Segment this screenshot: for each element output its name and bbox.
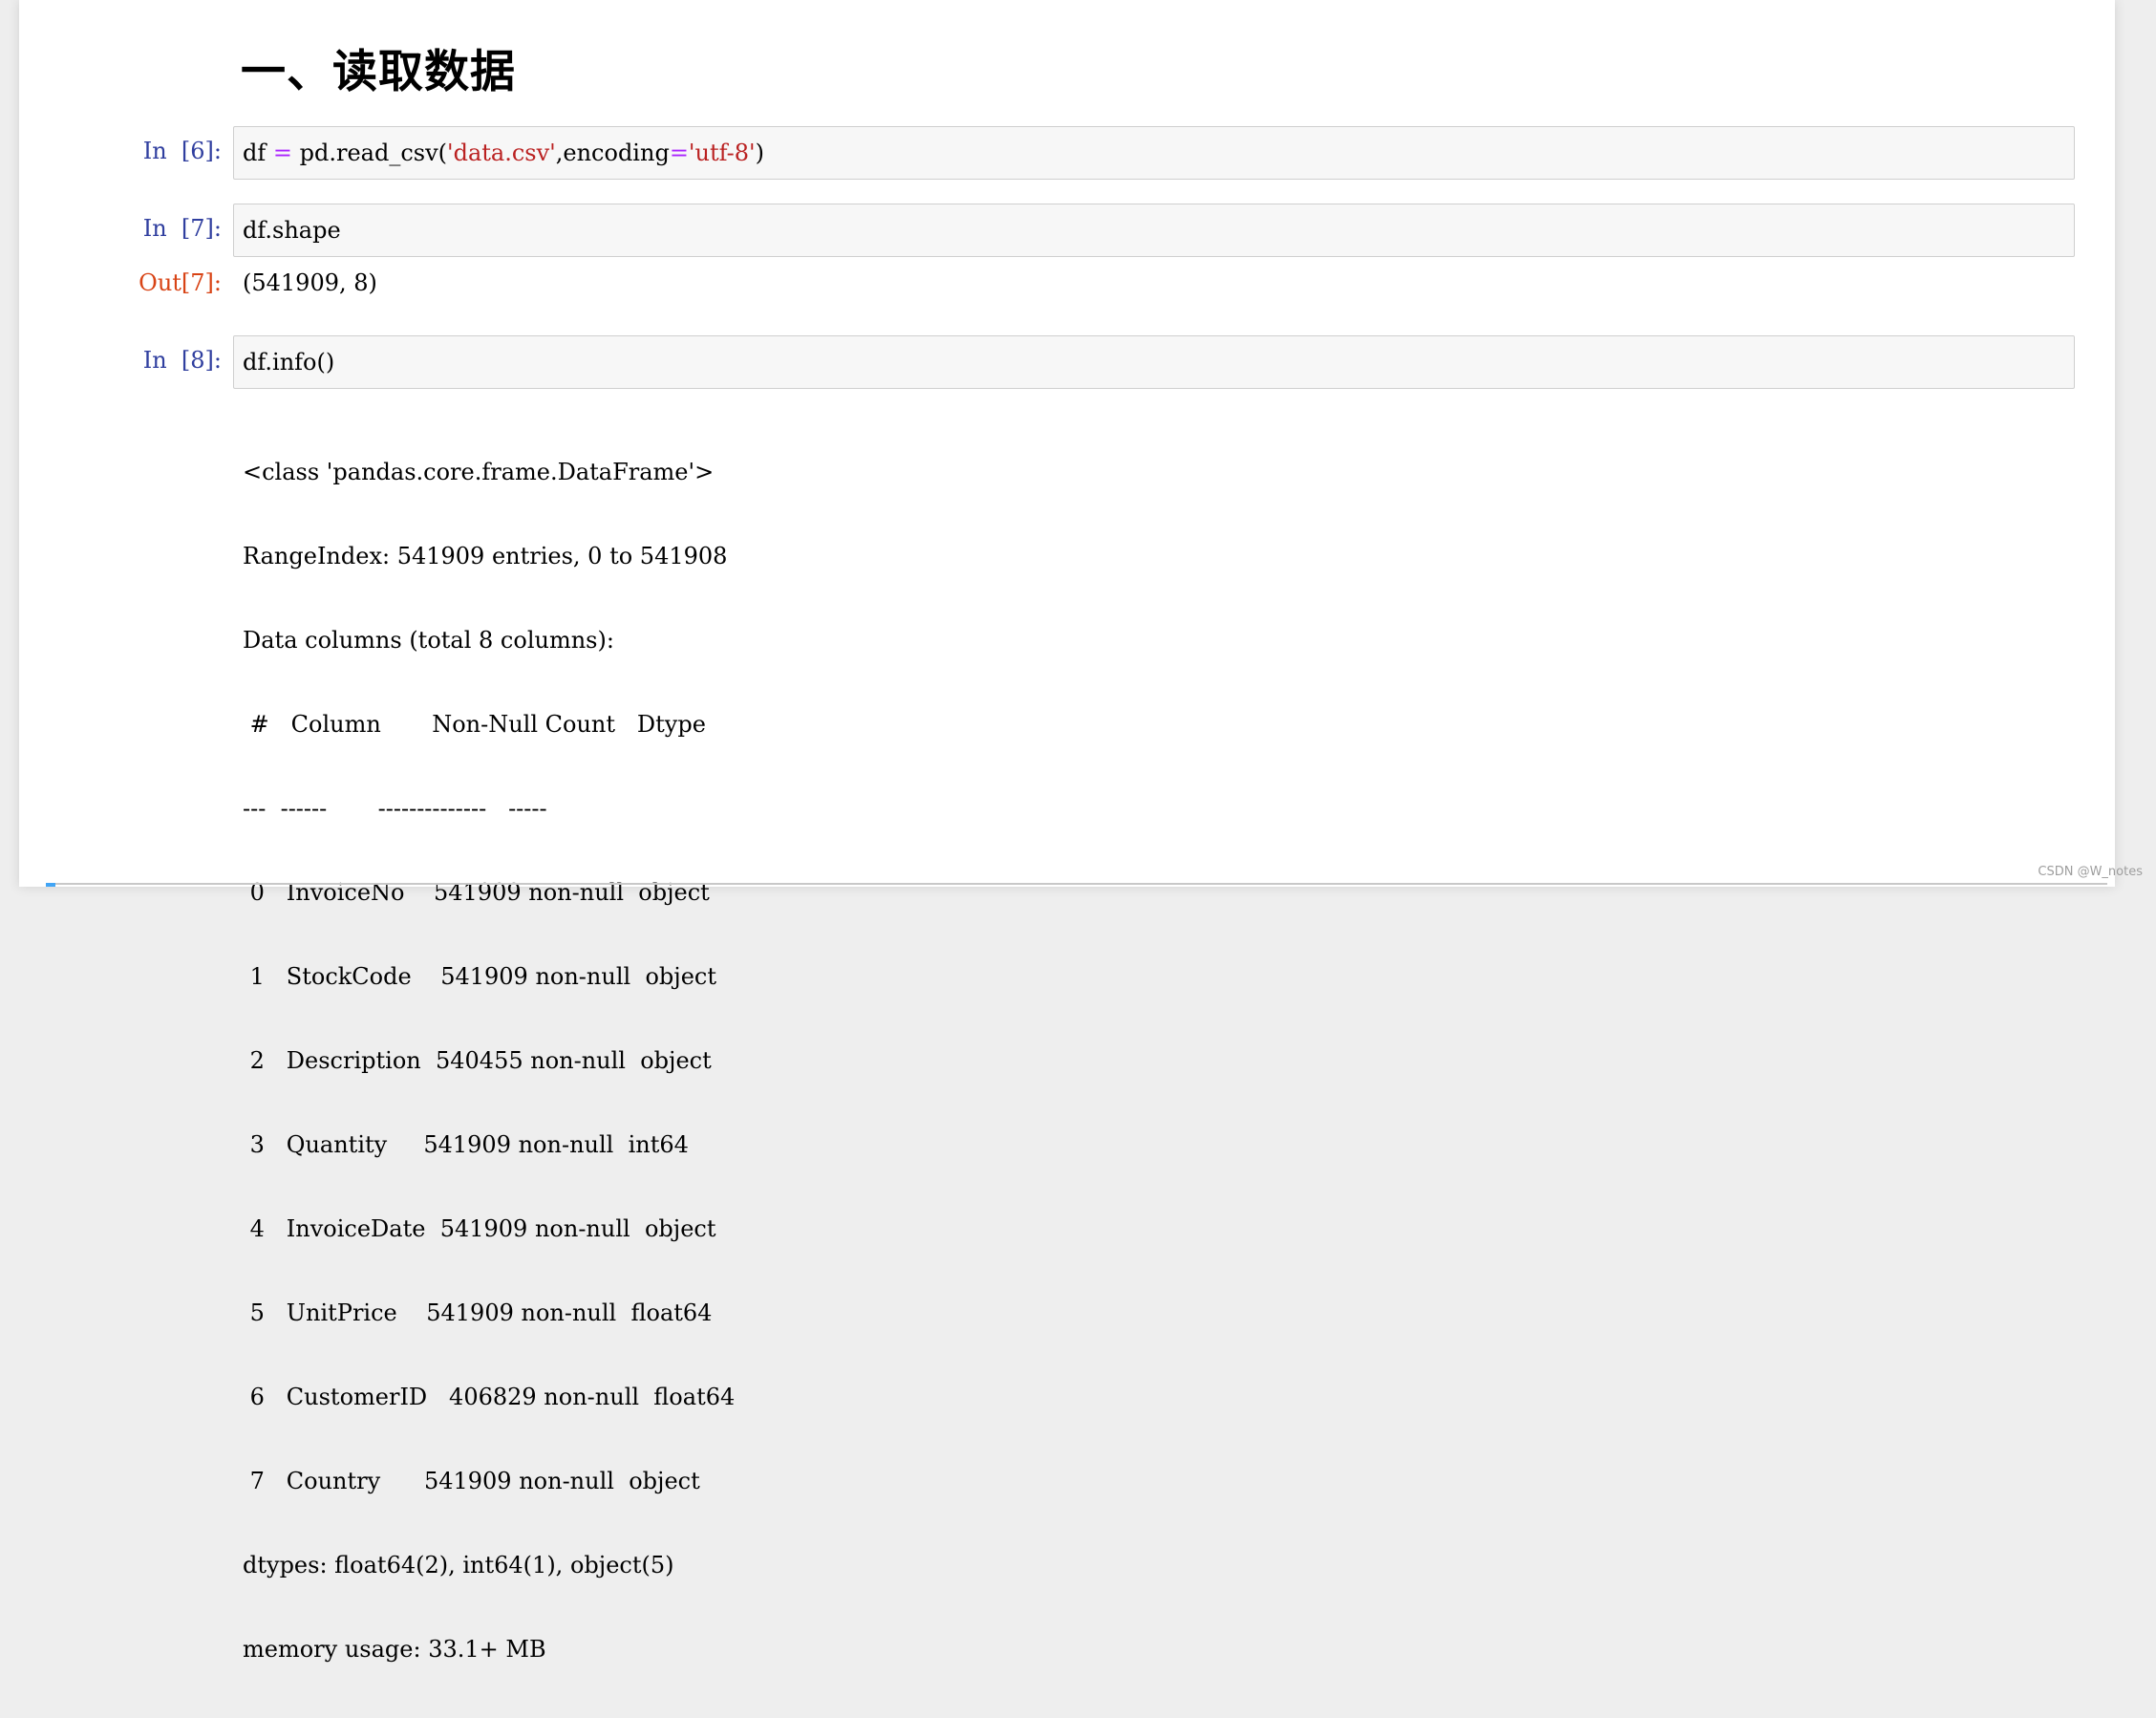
notebook-page: 一、读取数据 In [6]: df = pd.read_csv('data.cs… [19,0,2115,1663]
code-operator: = [272,140,292,166]
output-line: <class 'pandas.core.frame.DataFrame'> [243,459,715,485]
watermark: CSDN @W_notes [2038,865,2143,879]
info-output: <class 'pandas.core.frame.DataFrame'> Ra… [243,403,735,1718]
output-line: # Column Non-Null Count Dtype [243,711,721,738]
code-token: df.shape [243,217,341,244]
output-line: 4 InvoiceDate 541909 non-null object [243,1215,724,1242]
output-line: 6 CustomerID 406829 non-null float64 [243,1384,736,1410]
output-line: 0 InvoiceNo 541909 non-null object [243,879,717,906]
code-token: df.info() [243,349,335,376]
output-line: 2 Description 540455 non-null object [243,1047,719,1074]
code-token: pd.read_csv( [291,140,447,166]
output-line: Data columns (total 8 columns): [243,627,614,654]
code-cell-6[interactable]: df = pd.read_csv('data.csv',encoding='ut… [233,126,2075,180]
code-operator: = [669,140,689,166]
code-cell-8[interactable]: df.info() [233,335,2075,389]
code-cell-7[interactable]: df.shape [233,204,2075,257]
output-line: dtypes: float64(2), int64(1), object(5) [243,1552,674,1578]
section-heading: 一、读取数据 [241,46,516,98]
output-line: 1 StockCode 541909 non-null object [243,963,724,990]
code-token: ) [755,140,764,166]
output-line: 7 Country 541909 non-null object [243,1468,708,1494]
next-cell-border [46,883,2107,885]
output-shape: (541909, 8) [243,269,377,296]
selected-cell-indicator [46,883,55,887]
output-line: 5 UnitPrice 541909 non-null float64 [243,1299,713,1326]
code-string: 'utf-8' [688,140,756,166]
in-prompt-6: In [6]: [142,138,222,164]
output-line: RangeIndex: 541909 entries, 0 to 541908 [243,543,728,569]
in-prompt-8: In [8]: [142,347,222,374]
code-token: df [243,140,273,166]
code-string: 'data.csv' [447,140,556,166]
output-line: memory usage: 33.1+ MB [243,1636,546,1663]
output-line: 3 Quantity 541909 non-null int64 [243,1131,704,1158]
in-prompt-7: In [7]: [142,215,222,242]
code-token: ,encoding [555,140,670,166]
output-line: --- ------ -------------- ----- [243,795,562,822]
out-prompt-7: Out[7]: [139,269,222,296]
